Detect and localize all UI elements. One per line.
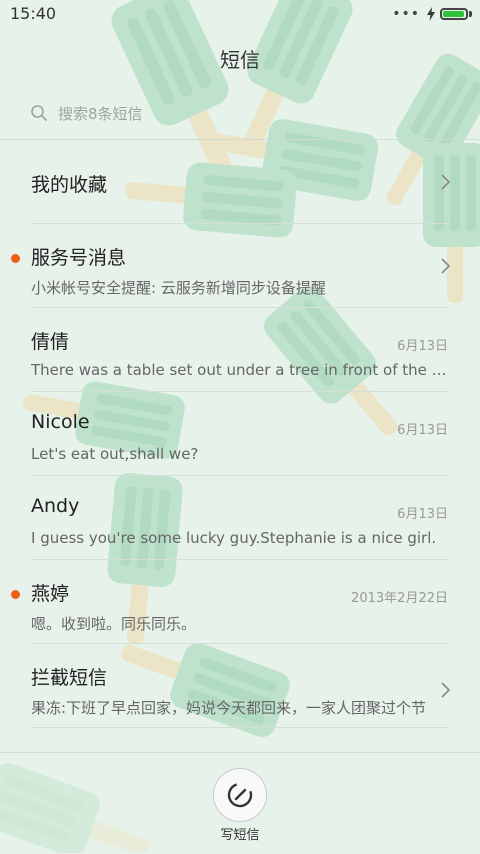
unread-dot <box>11 254 20 263</box>
list-item-date: 6月13日 <box>397 339 448 354</box>
signal-dots: ••• <box>392 6 420 22</box>
list-item-date: 2013年2月22日 <box>351 591 448 606</box>
list-item-favorites[interactable]: 我的收藏 <box>0 140 480 224</box>
list-item-title: Andy <box>31 495 80 517</box>
list-item-conversation[interactable]: 燕婷 2013年2月22日 嗯。收到啦。同乐同乐。 <box>0 560 480 644</box>
bottom-bar: 写短信 <box>0 752 480 854</box>
list-item-conversation[interactable]: Nicole 6月13日 Let's eat out,shall we? <box>0 392 480 476</box>
list-item-title: 拦截短信 <box>31 667 108 689</box>
list-item-title: 倩倩 <box>31 331 70 353</box>
compose-label: 写短信 <box>220 828 260 843</box>
compose-button[interactable] <box>213 768 267 822</box>
list-item-snippet: 果冻:下班了早点回家，妈说今天都回来，一家人团聚过个节 <box>31 699 427 717</box>
list-item-conversation[interactable]: 倩倩 6月13日 There was a table set out under… <box>0 308 480 392</box>
list-item-snippet: 小米帐号安全提醒: 云服务新增同步设备提醒 <box>31 279 326 297</box>
list-item-service-messages[interactable]: 服务号消息 小米帐号安全提醒: 云服务新增同步设备提醒 <box>0 224 480 308</box>
list-item-snippet: There was a table set out under a tree i… <box>31 361 449 379</box>
list-item-date: 6月13日 <box>397 507 448 522</box>
search-placeholder: 搜索8条短信 <box>58 104 143 123</box>
list-item-title: Nicole <box>31 411 90 433</box>
divider <box>31 727 449 728</box>
chevron-right-icon <box>441 682 451 698</box>
status-bar: 15:40 ••• <box>0 0 480 28</box>
battery-cap <box>469 11 472 17</box>
charging-icon <box>427 7 435 21</box>
status-time: 15:40 <box>10 4 57 23</box>
list-item-blocked-messages[interactable]: 拦截短信 果冻:下班了早点回家，妈说今天都回来，一家人团聚过个节 <box>0 644 480 728</box>
list-item-snippet: I guess you're some lucky guy.Stephanie … <box>31 529 437 547</box>
search-input[interactable]: 搜索8条短信 <box>30 100 330 126</box>
battery-icon <box>440 8 468 20</box>
list-item-title: 我的收藏 <box>31 174 108 196</box>
list-item-title: 服务号消息 <box>31 247 127 269</box>
chevron-right-icon <box>441 258 451 274</box>
search-icon <box>31 105 47 121</box>
list-item-snippet: Let's eat out,shall we? <box>31 445 199 463</box>
list-item-date: 6月13日 <box>397 423 448 438</box>
list-item-conversation[interactable]: Andy 6月13日 I guess you're some lucky guy… <box>0 476 480 560</box>
battery-fill <box>443 11 464 17</box>
page-title: 短信 <box>220 48 260 72</box>
chevron-right-icon <box>441 174 451 190</box>
list-item-snippet: 嗯。收到啦。同乐同乐。 <box>31 615 197 633</box>
compose-icon <box>227 782 253 808</box>
list-item-title: 燕婷 <box>31 583 70 605</box>
unread-dot <box>11 590 20 599</box>
